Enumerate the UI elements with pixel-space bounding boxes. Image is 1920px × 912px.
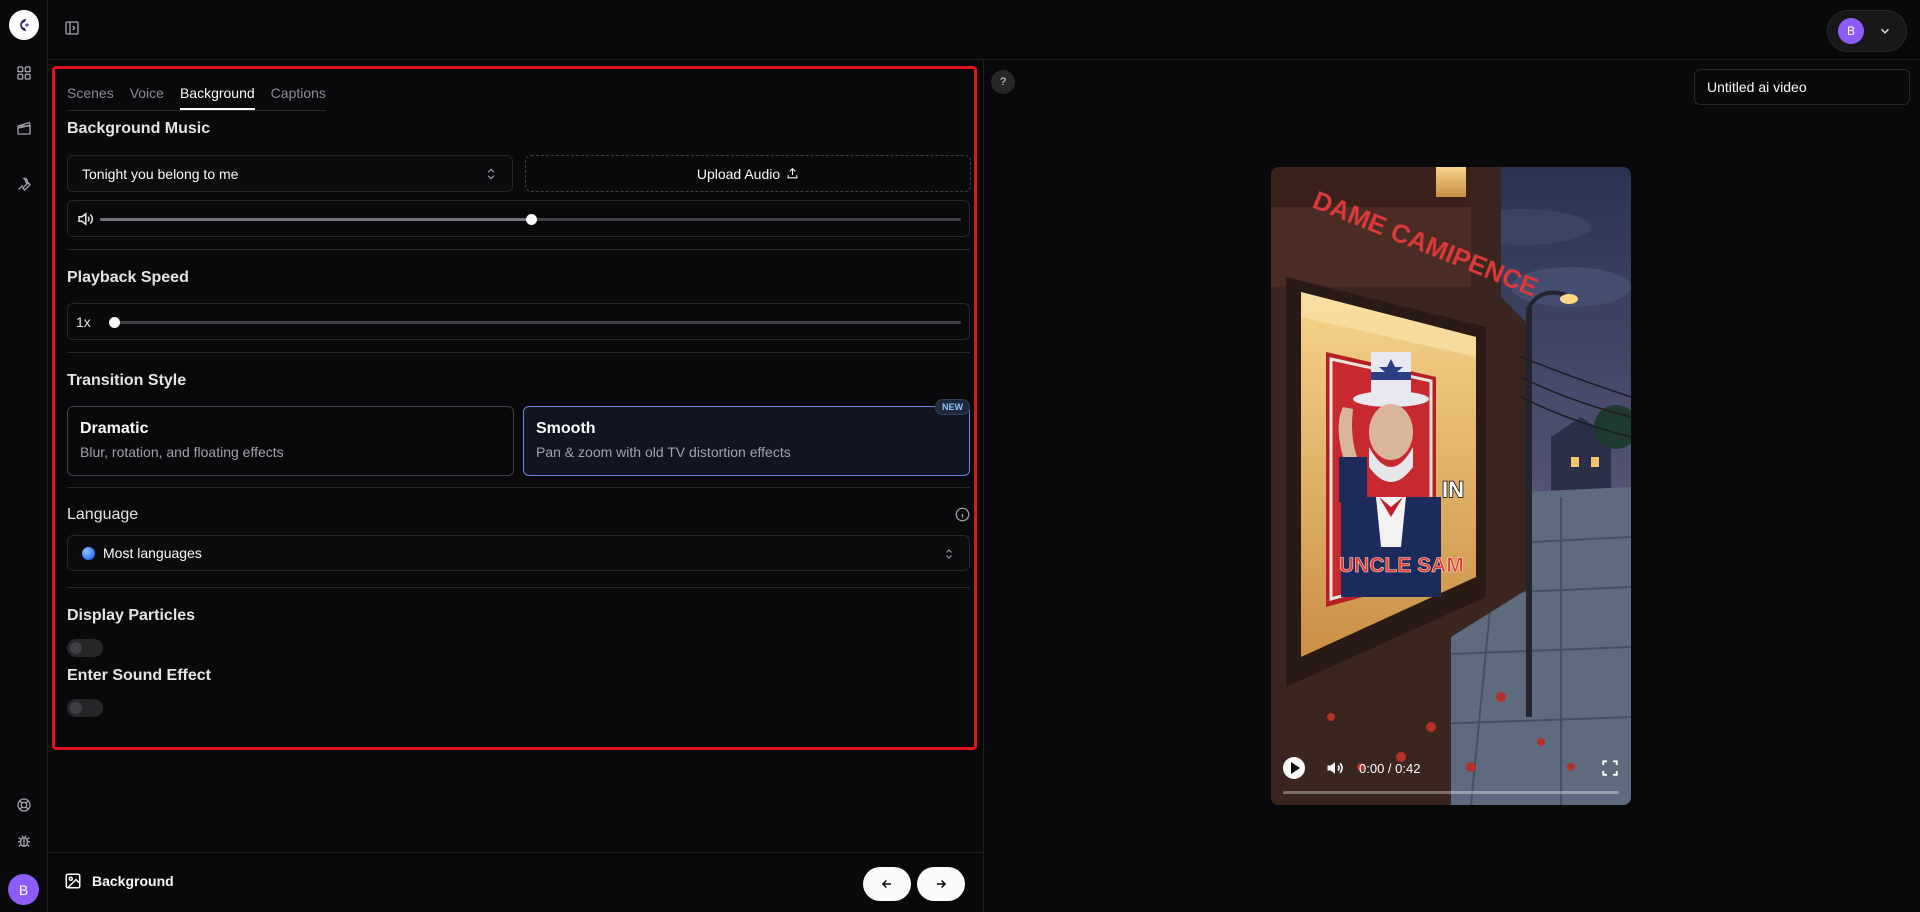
info-icon[interactable] — [955, 507, 970, 522]
next-button[interactable] — [917, 867, 965, 901]
avatar: B — [1838, 18, 1864, 44]
left-rail: B — [0, 0, 48, 912]
user-menu-button[interactable]: B — [1827, 10, 1907, 52]
clapperboard-icon[interactable] — [14, 118, 34, 138]
speed-slider[interactable] — [109, 317, 961, 328]
language-select[interactable]: Most languages — [67, 535, 970, 571]
toggle-knob — [70, 702, 82, 714]
option-title: Smooth — [536, 420, 596, 437]
arrow-right-icon — [936, 879, 947, 889]
chevrons-up-down-icon — [946, 549, 952, 559]
globe-icon — [82, 546, 95, 560]
bug-icon[interactable] — [14, 831, 34, 851]
option-title: Dramatic — [80, 420, 149, 437]
volume-slider-box — [67, 200, 970, 237]
tab-captions[interactable]: Captions — [271, 77, 326, 110]
volume-slider-fill — [100, 218, 531, 221]
volume-slider[interactable] — [100, 214, 961, 225]
editor-panel: Scenes Voice Background Captions Backgro… — [48, 61, 984, 912]
fullscreen-icon[interactable] — [1601, 759, 1619, 777]
video-time: 0:00 / 0:42 — [1359, 761, 1421, 776]
poster-text: UNCLE SAM — [1339, 554, 1464, 577]
new-badge: NEW — [935, 399, 970, 415]
video-frame-image: DAME CAMIPENCE UNCLE SAM IN — [1271, 167, 1631, 805]
play-button[interactable] — [1283, 757, 1305, 779]
video-progress-bar[interactable] — [1283, 791, 1619, 794]
step-footer: Background — [48, 852, 984, 912]
speed-slider-box: 1x — [67, 303, 970, 340]
background-music-title: Background Music — [67, 120, 211, 137]
background-settings: Scenes Voice Background Captions Backgro… — [52, 66, 977, 750]
speed-value: 1x — [76, 314, 91, 330]
sidebar-toggle-icon[interactable] — [62, 18, 82, 38]
current-step: Background — [64, 872, 174, 890]
speed-slider-thumb[interactable] — [109, 317, 120, 328]
display-particles-title: Display Particles — [67, 607, 196, 624]
tab-voice[interactable]: Voice — [130, 77, 164, 110]
toggle-knob — [70, 642, 82, 654]
image-icon — [65, 873, 81, 889]
option-description: Pan & zoom with old TV distortion effect… — [536, 444, 791, 460]
display-particles-toggle[interactable] — [67, 639, 103, 657]
current-step-label: Background — [92, 873, 174, 889]
transition-style-title: Transition Style — [67, 372, 187, 389]
transition-option-dramatic[interactable]: Dramatic Blur, rotation, and floating ef… — [67, 406, 514, 476]
caption-text: IN — [1442, 477, 1464, 502]
arrow-left-icon — [881, 879, 892, 889]
grid-icon[interactable] — [14, 63, 34, 83]
video-preview[interactable]: DAME CAMIPENCE UNCLE SAM IN 0:00 / 0:42 — [1271, 167, 1631, 805]
divider — [67, 249, 970, 250]
upload-audio-label: Upload Audio — [696, 165, 781, 182]
transition-option-smooth[interactable]: Smooth Pan & zoom with old TV distortion… — [523, 399, 970, 476]
volume-slider-thumb[interactable] — [525, 214, 537, 225]
chevrons-up-down-icon — [487, 168, 495, 180]
tab-scenes[interactable]: Scenes — [67, 77, 114, 110]
tab-background[interactable]: Background — [179, 77, 255, 110]
avatar[interactable]: B — [8, 874, 39, 905]
language-title: Language — [67, 506, 139, 523]
help-button[interactable]: ? — [991, 70, 1015, 94]
chevron-down-icon — [1880, 28, 1890, 34]
playback-speed-title: Playback Speed — [67, 269, 189, 286]
upload-icon — [787, 167, 798, 179]
top-bar: B — [48, 0, 1920, 60]
support-icon[interactable] — [14, 795, 34, 815]
enter-sound-effect-title: Enter Sound Effect — [67, 667, 212, 684]
divider — [67, 587, 970, 588]
music-track-select[interactable]: Tonight you belong to me — [67, 155, 513, 192]
logo-icon — [20, 19, 29, 31]
option-description: Blur, rotation, and floating effects — [80, 444, 284, 460]
divider — [67, 487, 970, 488]
tab-bar: Scenes Voice Background Captions — [67, 77, 326, 111]
upload-audio-button[interactable]: Upload Audio — [525, 155, 971, 192]
app-logo[interactable] — [9, 10, 39, 40]
divider — [67, 352, 970, 353]
video-title-input[interactable] — [1694, 69, 1910, 105]
language-value: Most languages — [103, 545, 202, 561]
volume-icon[interactable] — [76, 210, 94, 228]
music-track-value: Tonight you belong to me — [82, 165, 239, 182]
enter-sound-effect-toggle[interactable] — [67, 699, 103, 717]
wrench-icon[interactable] — [14, 174, 34, 194]
volume-icon[interactable] — [1324, 758, 1346, 778]
video-controls: 0:00 / 0:42 — [1271, 735, 1631, 805]
previous-button[interactable] — [863, 867, 911, 901]
